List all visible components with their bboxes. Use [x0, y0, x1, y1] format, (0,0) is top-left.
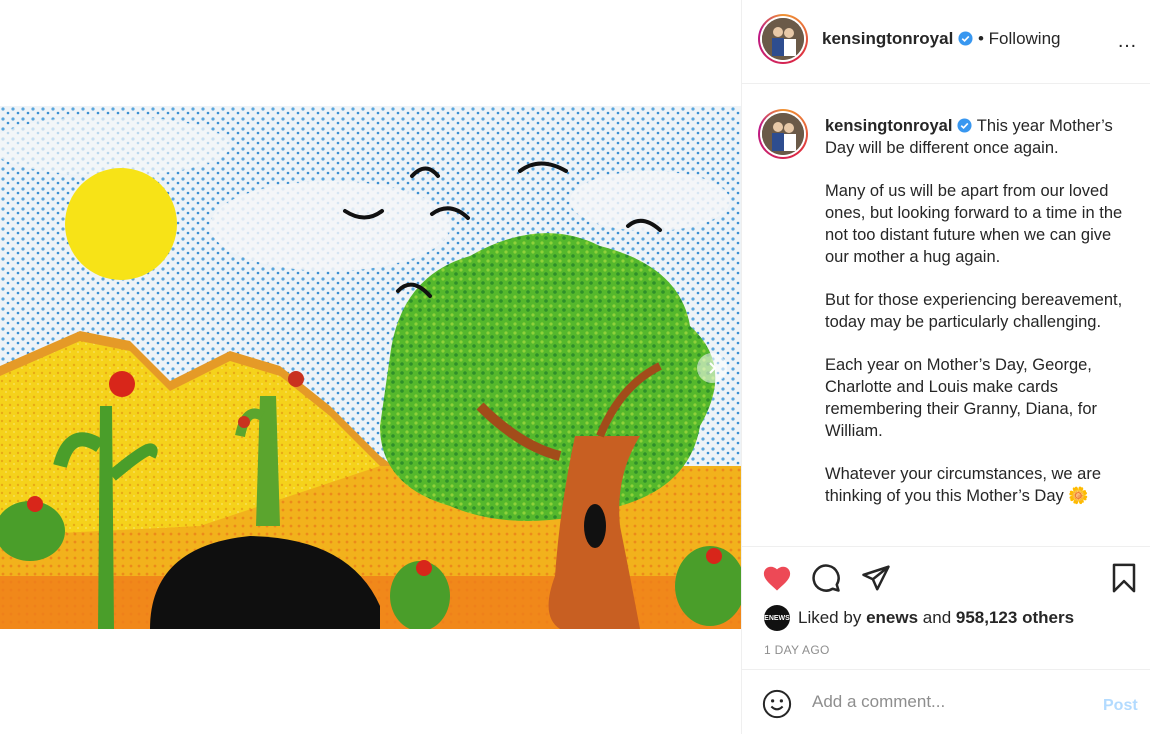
- paper-plane-icon: [862, 565, 890, 591]
- crayon-drawing: [0, 106, 741, 629]
- post-header: kensingtonroyal • Following …: [742, 0, 1150, 84]
- verified-badge-icon: [958, 31, 973, 46]
- liker-username[interactable]: enews: [866, 608, 918, 628]
- post-timestamp[interactable]: 1 DAY AGO: [764, 643, 830, 657]
- verified-badge-icon: [957, 118, 972, 133]
- next-image-button[interactable]: [697, 353, 727, 383]
- save-button[interactable]: [1107, 561, 1141, 595]
- liker-avatar[interactable]: ENEWS: [764, 605, 790, 631]
- add-comment-bar: Post: [742, 669, 1150, 734]
- post-side-panel: kensingtonroyal • Following … kensington…: [741, 0, 1150, 734]
- post-actions: ENEWS Liked by enews and 958,123 others …: [742, 546, 1150, 666]
- post-image[interactable]: [0, 106, 741, 629]
- comments-area[interactable]: kensingtonroyal This year Mother’s Day w…: [742, 85, 1150, 545]
- profile-photo-icon: [762, 18, 804, 60]
- following-status[interactable]: • Following: [978, 29, 1061, 49]
- header-username[interactable]: kensingtonroyal: [822, 29, 973, 49]
- likes-count[interactable]: 958,123 others: [956, 608, 1074, 628]
- comment-button[interactable]: [809, 561, 843, 595]
- avatar[interactable]: [758, 14, 808, 64]
- chevron-right-icon: [709, 362, 717, 374]
- heart-filled-icon: [763, 566, 791, 591]
- likes-summary[interactable]: ENEWS Liked by enews and 958,123 others: [764, 605, 1074, 631]
- comment-input[interactable]: [812, 690, 1082, 714]
- caption-paragraph: But for those experiencing bereavement, …: [825, 291, 1123, 331]
- instagram-post-view: kensingtonroyal • Following … kensington…: [0, 0, 1150, 734]
- emoji-button[interactable]: [762, 689, 792, 724]
- caption-username[interactable]: kensingtonroyal: [825, 117, 952, 135]
- smiley-face-icon: [762, 689, 792, 719]
- caption-paragraph: Many of us will be apart from our loved …: [825, 182, 1123, 266]
- caption-avatar[interactable]: [758, 109, 808, 159]
- share-button[interactable]: [859, 561, 893, 595]
- likes-prefix: Liked by: [798, 608, 862, 627]
- post-comment-button[interactable]: Post: [1103, 697, 1138, 715]
- post-caption: kensingtonroyal This year Mother’s Day w…: [825, 115, 1125, 528]
- likes-and: and: [922, 608, 952, 627]
- caption-paragraph: Whatever your circumstances, we are thin…: [825, 465, 1102, 505]
- username-text[interactable]: kensingtonroyal: [822, 29, 953, 48]
- caption-paragraph: Each year on Mother’s Day, George, Charl…: [825, 356, 1098, 440]
- bookmark-icon: [1112, 563, 1136, 593]
- like-button[interactable]: [760, 561, 794, 595]
- profile-photo-icon: [762, 113, 804, 155]
- comment-bubble-icon: [812, 564, 840, 592]
- more-options-icon[interactable]: …: [1117, 30, 1138, 53]
- post-media: [0, 0, 741, 734]
